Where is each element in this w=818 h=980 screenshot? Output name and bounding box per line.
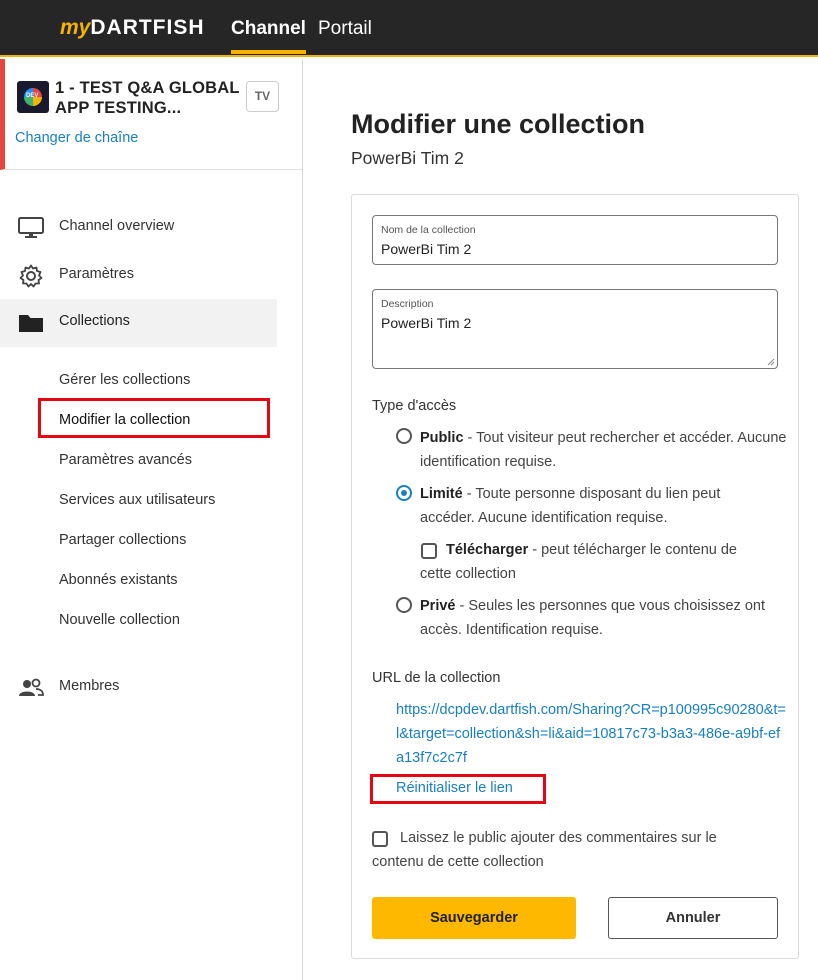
sidebar-item-label: Membres xyxy=(59,678,120,694)
option-title: Télécharger xyxy=(446,542,529,558)
field-value: PowerBi Tim 2 xyxy=(381,315,472,331)
url-label: URL de la collection xyxy=(372,670,501,686)
description-field[interactable]: Description PowerBi Tim 2 xyxy=(372,289,778,369)
subitem-abonnes-existants[interactable]: Abonnés existants xyxy=(59,572,178,588)
subitem-partager-collections[interactable]: Partager collections xyxy=(59,532,186,548)
resize-handle-icon[interactable] xyxy=(767,358,775,366)
cancel-button[interactable]: Annuler xyxy=(608,897,778,939)
option-title: Privé xyxy=(420,598,456,614)
sidebar-item-channel-overview[interactable]: Channel overview xyxy=(0,204,277,252)
subitem-gerer-collections[interactable]: Gérer les collections xyxy=(59,372,190,388)
users-icon xyxy=(19,678,44,696)
field-value: PowerBi Tim 2 xyxy=(381,241,472,257)
folder-icon xyxy=(19,315,43,332)
option-desc: - Tout visiteur peut rechercher et accéd… xyxy=(420,430,787,470)
monitor-icon xyxy=(18,217,44,238)
sidebar-item-collections[interactable]: Collections xyxy=(0,299,277,347)
field-label: Description xyxy=(381,298,434,310)
sidebar-item-label: Paramètres xyxy=(59,266,134,282)
highlight-box xyxy=(38,398,270,438)
sidebar-item-label: Channel overview xyxy=(59,218,175,234)
radio-limited[interactable] xyxy=(396,485,412,501)
option-private-text: Privé - Seules les personnes que vous ch… xyxy=(420,594,765,642)
change-channel-link[interactable]: Changer de chaîne xyxy=(15,130,138,146)
comments-label: Laissez le public ajouter des commentair… xyxy=(372,830,717,870)
subitem-nouvelle-collection[interactable]: Nouvelle collection xyxy=(59,612,180,628)
tv-badge[interactable]: TV xyxy=(246,81,279,112)
highlight-box xyxy=(370,774,546,804)
subitem-parametres-avances[interactable]: Paramètres avancés xyxy=(59,452,192,468)
channel-logo-icon xyxy=(17,81,49,113)
collection-url-link[interactable]: https://dcpdev.dartfish.com/Sharing?CR=p… xyxy=(396,698,786,770)
gear-icon xyxy=(19,264,43,288)
sidebar-item-parametres[interactable]: Paramètres xyxy=(0,252,277,300)
dartfish-logo[interactable]: myDARTFISH xyxy=(60,16,205,40)
collection-name-field[interactable]: Nom de la collection PowerBi Tim 2 xyxy=(372,215,778,265)
page-title: Modifier une collection xyxy=(351,109,646,139)
option-desc: - Toute personne disposant du lien peut … xyxy=(420,486,721,526)
radio-public[interactable] xyxy=(396,428,412,444)
logo-my: my xyxy=(60,16,91,39)
option-public-text: Public - Tout visiteur peut rechercher e… xyxy=(420,426,790,474)
sidebar-item-membres[interactable]: Membres xyxy=(0,664,277,712)
sidebar-item-label: Collections xyxy=(59,313,130,329)
top-bar: myDARTFISH Channel Portail xyxy=(0,0,818,57)
option-title: Public xyxy=(420,430,464,446)
logo-brand: DARTFISH xyxy=(90,16,205,39)
tab-channel[interactable]: Channel xyxy=(231,18,306,54)
save-button[interactable]: Sauvegarder xyxy=(372,897,576,939)
option-limited-text: Limité - Toute personne disposant du lie… xyxy=(420,482,760,530)
radio-private[interactable] xyxy=(396,597,412,613)
sidebar: 1 - TEST Q&A GLOBAL APP TESTING... TV Ch… xyxy=(0,59,303,980)
tab-portail[interactable]: Portail xyxy=(318,18,372,40)
subitem-services-utilisateurs[interactable]: Services aux utilisateurs xyxy=(59,492,215,508)
option-download-text: Télécharger - peut télécharger le conten… xyxy=(420,538,765,586)
page-subtitle: PowerBi Tim 2 xyxy=(351,148,464,168)
channel-title: 1 - TEST Q&A GLOBAL APP TESTING... xyxy=(55,79,240,117)
access-type-label: Type d'accès xyxy=(372,398,457,414)
field-label: Nom de la collection xyxy=(381,224,476,236)
channel-selector: 1 - TEST Q&A GLOBAL APP TESTING... TV Ch… xyxy=(0,59,302,170)
option-desc: - Seules les personnes que vous choisiss… xyxy=(420,598,765,638)
option-title: Limité xyxy=(420,486,463,502)
